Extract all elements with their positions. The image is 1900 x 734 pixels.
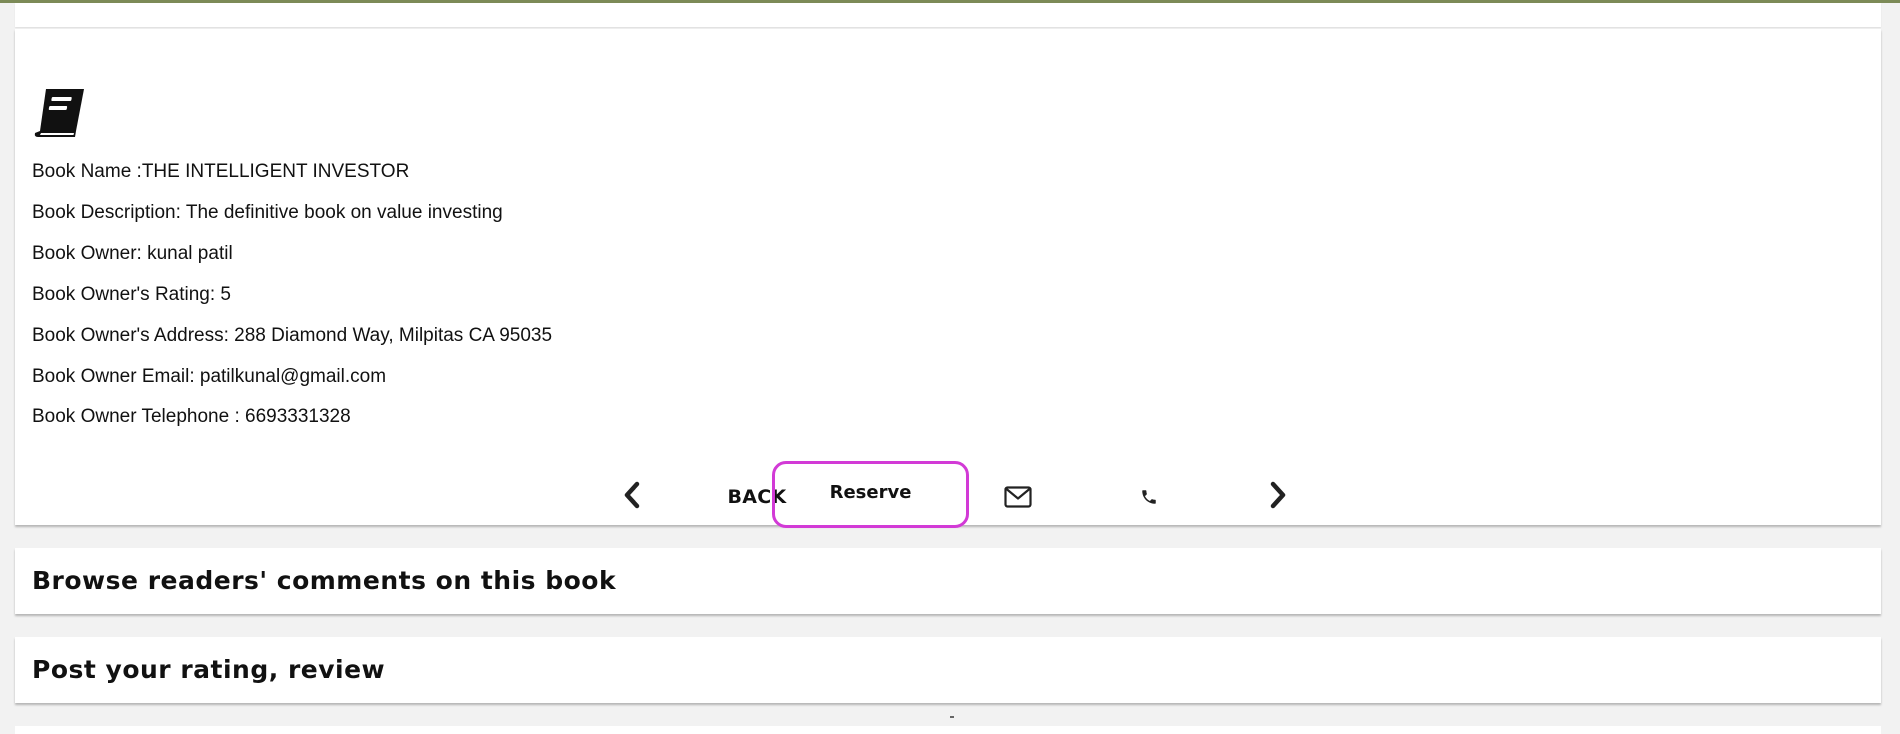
- owner-address: Book Owner's Address: 288 Diamond Way, M…: [32, 325, 553, 346]
- owner-telephone: Book Owner Telephone : 6693331328: [32, 406, 351, 427]
- book-owner: Book Owner: kunal patil: [32, 243, 233, 264]
- book-icon: [32, 85, 88, 141]
- cursor-mark: [950, 716, 954, 718]
- book-name: Book Name :THE INTELLIGENT INVESTOR: [32, 161, 410, 182]
- reserve-button-label: Reserve: [829, 482, 912, 503]
- email-button[interactable]: [1000, 479, 1036, 515]
- phone-icon: [1142, 490, 1156, 504]
- chevron-left-icon: [624, 481, 640, 509]
- phone-button[interactable]: [1131, 479, 1167, 515]
- book-details-card: Book Name :THE INTELLIGENT INVESTOR Book…: [15, 29, 1881, 528]
- review-section-title[interactable]: Post your rating, review: [32, 655, 385, 684]
- owner-email: Book Owner Email: patilkunal@gmail.com: [32, 366, 387, 387]
- envelope-icon: [1004, 486, 1032, 508]
- owner-rating: Book Owner's Rating: 5: [32, 284, 231, 305]
- action-bar: BACK Reserve: [15, 459, 1881, 529]
- book-description: Book Description: The definitive book on…: [32, 202, 503, 223]
- chevron-right-icon: [1270, 481, 1286, 509]
- next-button[interactable]: [1258, 475, 1298, 515]
- comments-section-title[interactable]: Browse readers' comments on this book: [32, 566, 616, 595]
- reserve-button[interactable]: Reserve: [772, 461, 969, 528]
- bottom-card-edge: [15, 726, 1881, 734]
- top-card-edge: [15, 3, 1881, 27]
- review-section[interactable]: Post your rating, review: [15, 637, 1881, 703]
- comments-section[interactable]: Browse readers' comments on this book: [15, 548, 1881, 614]
- previous-button[interactable]: [612, 475, 652, 515]
